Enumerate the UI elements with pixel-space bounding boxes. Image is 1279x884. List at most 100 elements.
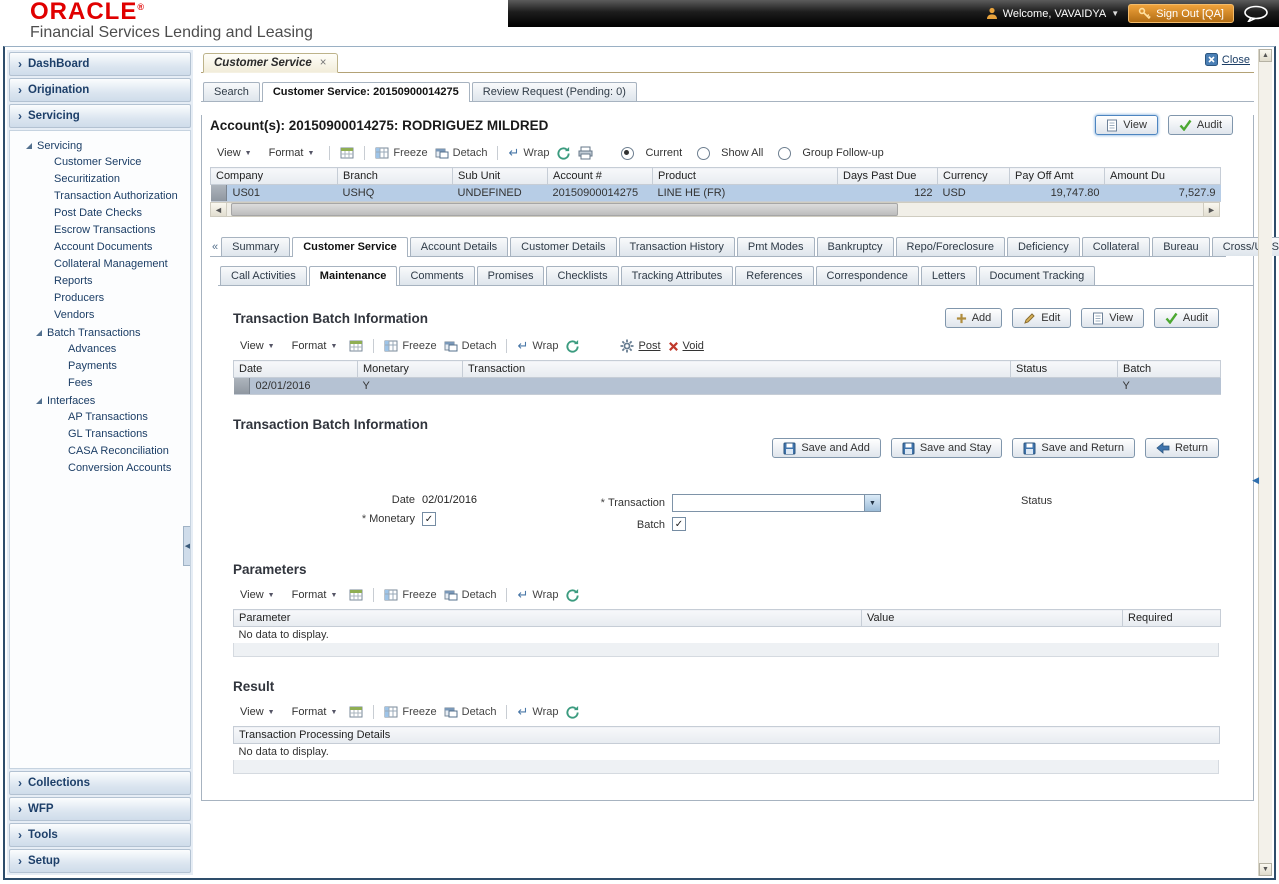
refresh-icon[interactable]	[565, 705, 580, 720]
void-button[interactable]: Void	[668, 340, 704, 352]
freeze-button[interactable]: Freeze	[384, 588, 437, 602]
view-menu-button[interactable]: View ▼	[235, 704, 280, 720]
export-to-excel-icon[interactable]	[349, 705, 363, 719]
tab-checklists[interactable]: Checklists	[546, 266, 619, 285]
detach-button[interactable]: Detach	[435, 146, 487, 160]
expanded-node-icon[interactable]	[36, 397, 42, 404]
account-audit-button[interactable]: Audit	[1167, 115, 1233, 135]
detach-button[interactable]: Detach	[444, 339, 496, 353]
column-header-batch[interactable]: Batch	[1117, 360, 1221, 378]
panel-collapse-handle[interactable]: ◀	[1252, 475, 1259, 486]
tree-item-transaction-authorization[interactable]: Transaction Authorization	[10, 188, 190, 205]
row-selector[interactable]	[233, 378, 250, 394]
wrap-button[interactable]: ↵ Wrap	[517, 588, 558, 601]
sidebar-section-tools[interactable]: › Tools	[9, 823, 191, 847]
sidebar-section-collections[interactable]: › Collections	[9, 771, 191, 795]
workspace-tab-close-icon[interactable]: ×	[320, 57, 327, 69]
column-header-branch[interactable]: Branch	[337, 167, 453, 185]
sidebar-section-wfp[interactable]: › WFP	[9, 797, 191, 821]
tab-call-activities[interactable]: Call Activities	[220, 266, 307, 285]
tab-customer-service[interactable]: Customer Service	[292, 237, 408, 257]
tree-item-vendors[interactable]: Vendors	[10, 307, 190, 324]
expanded-node-icon[interactable]	[36, 329, 42, 336]
edit-button[interactable]: Edit	[1012, 308, 1072, 328]
welcome-menu[interactable]: Welcome, VAVAIDYA ▼	[986, 7, 1119, 20]
radio-current[interactable]	[621, 146, 635, 160]
account-grid-hscrollbar[interactable]: ◄ ►	[210, 202, 1220, 217]
tab-search[interactable]: Search	[203, 82, 260, 101]
format-menu-button[interactable]: Format ▼	[287, 338, 343, 354]
column-header-required[interactable]: Required	[1122, 609, 1221, 627]
tree-item-escrow-transactions[interactable]: Escrow Transactions	[10, 222, 190, 239]
wrap-button[interactable]: ↵ Wrap	[517, 339, 558, 352]
sidebar-section-origination[interactable]: › Origination	[9, 78, 191, 102]
tree-item-advances[interactable]: Advances	[10, 341, 190, 358]
tab-references[interactable]: References	[735, 266, 814, 285]
tree-item-customer-service[interactable]: Customer Service	[10, 154, 190, 171]
column-header-transaction[interactable]: Transaction	[462, 360, 1011, 378]
workspace-tab-customer-service[interactable]: Customer Service ×	[203, 53, 338, 73]
tree-item-securitization[interactable]: Securitization	[10, 171, 190, 188]
tree-item-account-documents[interactable]: Account Documents	[10, 239, 190, 256]
tab-deficiency[interactable]: Deficiency	[1006, 237, 1080, 256]
scroll-up-icon[interactable]: ▲	[1259, 49, 1272, 62]
format-menu-button[interactable]: Format ▼	[264, 145, 320, 161]
column-header-currency[interactable]: Currency	[937, 167, 1010, 185]
tab-pmt-modes[interactable]: Pmt Modes	[736, 237, 815, 256]
account-view-button[interactable]: View	[1095, 115, 1158, 135]
monetary-checkbox[interactable]: ✓	[422, 512, 436, 526]
freeze-button[interactable]: Freeze	[384, 705, 437, 719]
audit-button[interactable]: Audit	[1153, 308, 1219, 328]
tab-summary[interactable]: Summary	[221, 237, 291, 256]
wrap-button[interactable]: ↵ Wrap	[508, 146, 549, 159]
expanded-node-icon[interactable]	[26, 142, 32, 149]
wrap-button[interactable]: ↵ Wrap	[517, 705, 558, 718]
hscroll-thumb[interactable]	[231, 203, 899, 216]
view-menu-button[interactable]: View ▼	[212, 145, 257, 161]
workspace-close-button[interactable]: Close	[1204, 53, 1250, 66]
tab-customer-service-account[interactable]: Customer Service: 20150900014275	[261, 82, 470, 102]
post-button[interactable]: Post	[620, 339, 661, 353]
vertical-scrollbar[interactable]: ▲ ▼	[1258, 49, 1272, 876]
format-menu-button[interactable]: Format ▼	[287, 587, 343, 603]
view-menu-button[interactable]: View ▼	[235, 338, 280, 354]
sidebar-collapse-handle[interactable]: ◀	[183, 526, 190, 566]
tree-item-collateral-management[interactable]: Collateral Management	[10, 256, 190, 273]
column-header-transaction-processing-details[interactable]: Transaction Processing Details	[233, 726, 1220, 744]
sign-out-button[interactable]: Sign Out [QA]	[1128, 4, 1234, 23]
refresh-icon[interactable]	[565, 588, 580, 603]
view-menu-button[interactable]: View ▼	[235, 587, 280, 603]
tab-maintenance[interactable]: Maintenance	[308, 266, 398, 286]
row-selector[interactable]	[210, 185, 227, 201]
tree-item-reports[interactable]: Reports	[10, 273, 190, 290]
tree-item-fees[interactable]: Fees	[10, 375, 190, 392]
tab-repo-foreclosure[interactable]: Repo/Foreclosure	[895, 237, 1005, 256]
save-and-add-button[interactable]: Save and Add	[772, 438, 881, 458]
column-header-company[interactable]: Company	[210, 167, 338, 185]
sidebar-section-setup[interactable]: › Setup	[9, 849, 191, 873]
print-icon[interactable]	[578, 146, 593, 160]
tab-promises[interactable]: Promises	[476, 266, 545, 285]
scroll-left-icon[interactable]: ◄	[211, 203, 227, 216]
column-header-sub-unit[interactable]: Sub Unit	[452, 167, 548, 185]
tree-item-casa-reconciliation[interactable]: CASA Reconciliation	[10, 443, 190, 460]
column-header-parameter[interactable]: Parameter	[233, 609, 862, 627]
refresh-icon[interactable]	[565, 339, 580, 354]
tab-review-request[interactable]: Review Request (Pending: 0)	[471, 82, 637, 101]
tab-correspondence[interactable]: Correspondence	[815, 266, 919, 285]
tree-item-gl-transactions[interactable]: GL Transactions	[10, 426, 190, 443]
scroll-down-icon[interactable]: ▼	[1259, 863, 1272, 876]
tab-scroll-left-icon[interactable]: «	[212, 241, 218, 253]
tree-node-servicing[interactable]: Servicing	[10, 137, 190, 154]
column-header-monetary[interactable]: Monetary	[357, 360, 463, 378]
add-button[interactable]: Add	[944, 308, 1003, 328]
column-header-days-past-due[interactable]: Days Past Due	[837, 167, 938, 185]
export-to-excel-icon[interactable]	[349, 339, 363, 353]
tab-customer-details[interactable]: Customer Details	[510, 237, 617, 256]
scroll-right-icon[interactable]: ►	[1203, 203, 1219, 216]
column-header-amount-due[interactable]: Amount Du	[1104, 167, 1221, 185]
refresh-icon[interactable]	[556, 146, 571, 161]
tree-item-post-date-checks[interactable]: Post Date Checks	[10, 205, 190, 222]
tab-bankruptcy[interactable]: Bankruptcy	[816, 237, 894, 256]
tab-tracking-attributes[interactable]: Tracking Attributes	[620, 266, 734, 285]
